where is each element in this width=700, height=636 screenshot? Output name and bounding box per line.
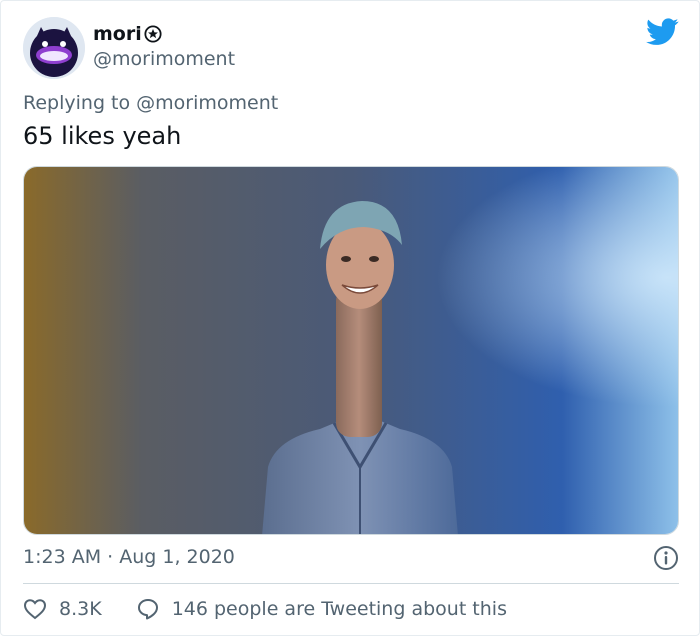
reply-mention-link[interactable]: @morimoment bbox=[136, 92, 278, 114]
tweet-actions: 8.3K 146 people are Tweeting about this bbox=[23, 595, 507, 623]
reply-context: Replying to @morimoment bbox=[23, 92, 278, 114]
tweet-text: 65 likes yeah bbox=[23, 122, 182, 150]
tweet-media-photo[interactable] bbox=[23, 166, 679, 535]
photo-image bbox=[24, 167, 678, 534]
tweet-timestamp[interactable]: 1:23 AM · Aug 1, 2020 bbox=[23, 546, 235, 568]
display-name-text: mori bbox=[93, 23, 142, 45]
tweet-card: mori @morimoment Replying to @morimoment… bbox=[0, 0, 700, 636]
like-button[interactable]: 8.3K bbox=[23, 597, 102, 621]
author-handle[interactable]: @morimoment bbox=[93, 48, 235, 70]
comment-bubble-icon bbox=[137, 599, 158, 620]
author-display-name[interactable]: mori bbox=[93, 23, 162, 45]
tweeting-about-text: 146 people are Tweeting about this bbox=[171, 598, 507, 620]
tweeting-about-link[interactable]: 146 people are Tweeting about this bbox=[136, 597, 507, 621]
avatar[interactable] bbox=[23, 17, 85, 79]
avatar-image bbox=[23, 17, 85, 79]
twitter-bird-icon[interactable] bbox=[646, 17, 679, 47]
info-icon[interactable] bbox=[653, 545, 679, 571]
reply-prefix: Replying to bbox=[23, 92, 137, 114]
divider bbox=[23, 583, 679, 584]
star-badge-icon bbox=[144, 25, 162, 43]
heart-icon bbox=[23, 599, 47, 620]
like-count: 8.3K bbox=[59, 598, 102, 620]
